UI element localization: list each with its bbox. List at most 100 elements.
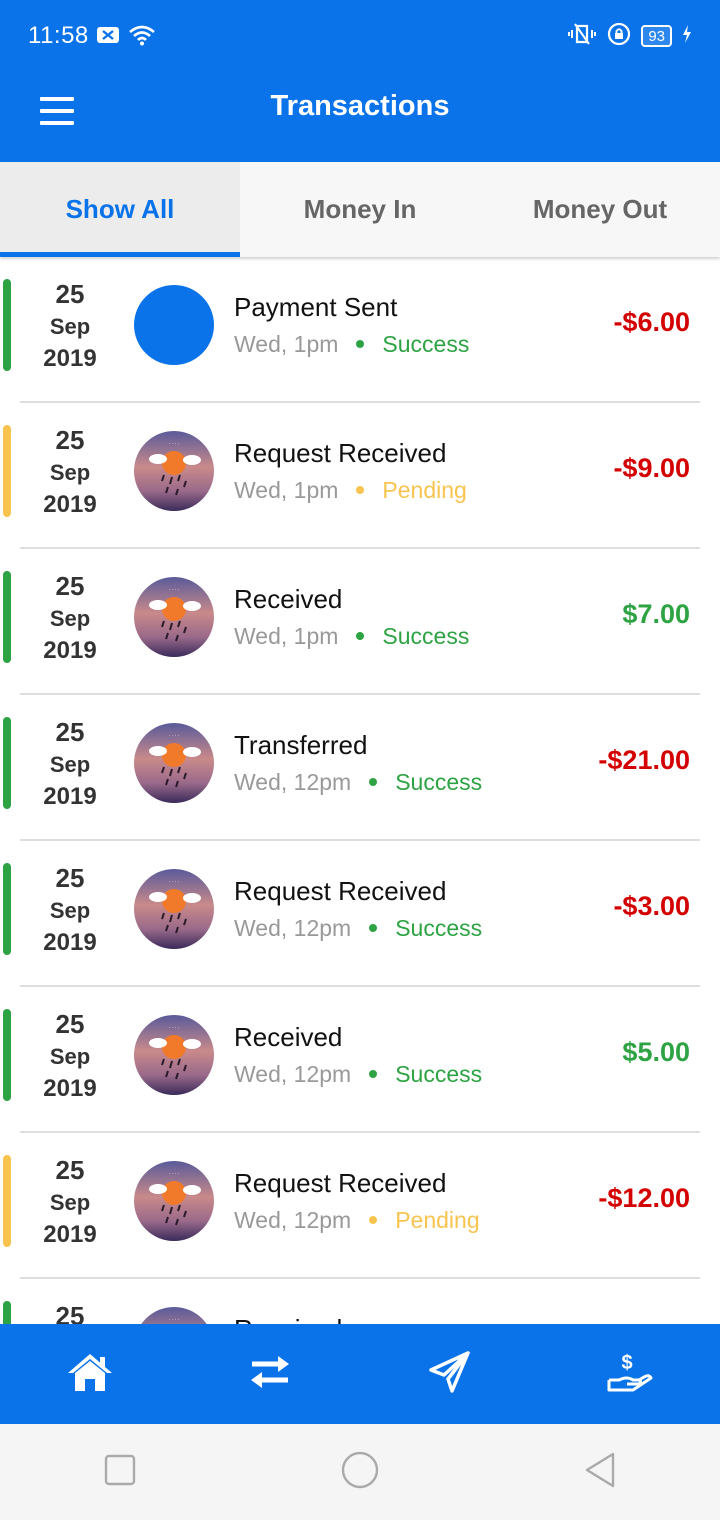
transaction-meta: Wed, 12pm Success: [234, 763, 482, 801]
status-bar-indicator: [3, 279, 11, 371]
date-month: Sep: [49, 460, 91, 485]
transaction-date: 25 Sep 2019: [20, 569, 120, 667]
nav-transfers[interactable]: [180, 1324, 360, 1424]
svg-text:· · · ·: · · · ·: [169, 1317, 180, 1323]
transaction-title: Received: [234, 1311, 342, 1324]
avatar: · · · ·: [134, 1307, 214, 1324]
status-bar-indicator: [3, 717, 11, 809]
svg-text:· · · ·: · · · ·: [169, 1025, 180, 1031]
transaction-list[interactable]: 25 Sep 2019 Payment Sent Wed, 1pm Succes…: [0, 257, 720, 1324]
status-dot-icon: [369, 778, 378, 786]
tab-show-all[interactable]: Show All: [0, 162, 240, 257]
transaction-title: Received: [234, 1022, 343, 1052]
transaction-time: Wed, 1pm: [234, 623, 339, 649]
transaction-info: Received Wed, 12pm Success: [234, 1019, 482, 1093]
transaction-date: 25 Sep 2019: [20, 1007, 120, 1105]
date-day: 25: [55, 279, 85, 309]
date-year: 2019: [43, 783, 97, 810]
transaction-row[interactable]: 25 Sep 2019 · · · · Request Received Wed…: [0, 1133, 720, 1279]
date-month: Sep: [49, 752, 91, 777]
transaction-info: Request Received Wed, 1pm Pending: [234, 435, 467, 509]
date-day: 25: [55, 1009, 85, 1039]
transaction-info: Transferred Wed, 12pm Success: [234, 727, 482, 801]
home-circle-icon: [340, 1450, 380, 1494]
svg-text:· · · ·: · · · ·: [169, 1171, 180, 1177]
avatar: [134, 285, 214, 365]
tab-money-out[interactable]: Money Out: [480, 162, 720, 257]
date-day: 25: [55, 425, 85, 455]
status-time: 11:58: [28, 22, 89, 49]
date-day: 25: [55, 717, 85, 747]
vibrate-icon: [567, 22, 597, 50]
back-triangle-icon: [582, 1451, 618, 1493]
charging-icon: [682, 24, 692, 48]
transaction-title: Request Received: [234, 876, 447, 906]
transaction-title: Request Received: [234, 1168, 447, 1198]
transaction-info: Received: [234, 1311, 342, 1324]
transaction-title: Received: [234, 584, 343, 614]
battery-indicator: 93: [641, 25, 672, 47]
status-dot-icon: [356, 340, 365, 348]
date-month: Sep: [49, 314, 91, 339]
transaction-row[interactable]: 25 Sep 2019 · · · · Received Wed, 12pm S…: [0, 987, 720, 1133]
recents-square-icon: [103, 1453, 137, 1491]
system-nav-bar: [0, 1424, 720, 1520]
transaction-row[interactable]: 25 · · · · Received: [0, 1279, 720, 1324]
avatar: · · · ·: [134, 869, 214, 949]
battery-level: 93: [648, 27, 665, 45]
transaction-row[interactable]: 25 Sep 2019 · · · · Request Received Wed…: [0, 403, 720, 549]
date-year: 2019: [43, 345, 97, 372]
home-button[interactable]: [320, 1432, 400, 1512]
transaction-row[interactable]: 25 Sep 2019 · · · · Received Wed, 1pm Su…: [0, 549, 720, 695]
transaction-date: 25 Sep 2019: [20, 277, 120, 375]
transaction-amount: -$3.00: [613, 891, 690, 921]
date-year: 2019: [43, 1075, 97, 1102]
status-dot-icon: [369, 924, 378, 932]
date-day: 25: [55, 863, 85, 893]
notification-mail-icon: [96, 26, 120, 48]
send-plane-icon: [428, 1350, 472, 1398]
wifi-icon: [128, 24, 156, 50]
svg-text:· · · ·: · · · ·: [169, 441, 180, 447]
transaction-info: Payment Sent Wed, 1pm Success: [234, 289, 469, 363]
transaction-amount: -$21.00: [598, 745, 690, 775]
transaction-time: Wed, 12pm: [234, 915, 352, 941]
transaction-meta: Wed, 1pm Pending: [234, 471, 467, 509]
transaction-status: Success: [395, 1061, 483, 1087]
transaction-meta: Wed, 12pm Success: [234, 909, 482, 947]
date-month: Sep: [49, 1190, 91, 1215]
transaction-info: Request Received Wed, 12pm Success: [234, 873, 482, 947]
transaction-amount: $5.00: [622, 1037, 690, 1067]
avatar: · · · ·: [134, 1015, 214, 1095]
transaction-meta: Wed, 12pm Pending: [234, 1201, 480, 1239]
svg-text:· · · ·: · · · ·: [169, 733, 180, 739]
date-year: 2019: [43, 491, 97, 518]
transaction-status: Pending: [395, 1207, 480, 1233]
transaction-row[interactable]: 25 Sep 2019 · · · · Request Received Wed…: [0, 841, 720, 987]
transaction-time: Wed, 12pm: [234, 769, 352, 795]
status-dot-icon: [369, 1216, 378, 1224]
nav-request[interactable]: $: [540, 1324, 720, 1424]
avatar: · · · ·: [134, 431, 214, 511]
transaction-meta: Wed, 12pm Success: [234, 1055, 482, 1093]
transaction-date: 25 Sep 2019: [20, 1153, 120, 1251]
nav-home[interactable]: [0, 1324, 180, 1424]
transaction-title: Request Received: [234, 438, 447, 468]
date-year: 2019: [43, 929, 97, 956]
nav-send[interactable]: [360, 1324, 540, 1424]
svg-text:· · · ·: · · · ·: [169, 879, 180, 885]
back-button[interactable]: [560, 1432, 640, 1512]
transaction-status: Success: [395, 769, 483, 795]
transaction-amount: -$6.00: [613, 307, 690, 337]
transaction-row[interactable]: 25 Sep 2019 Payment Sent Wed, 1pm Succes…: [0, 257, 720, 403]
status-bar: 11:58 93: [0, 0, 720, 72]
transaction-status: Pending: [382, 477, 467, 503]
transaction-row[interactable]: 25 Sep 2019 · · · · Transferred Wed, 12p…: [0, 695, 720, 841]
tab-money-in[interactable]: Money In: [240, 162, 480, 257]
recents-button[interactable]: [80, 1432, 160, 1512]
transaction-title: Transferred: [234, 730, 368, 760]
filter-tabs: Show All Money In Money Out: [0, 162, 720, 257]
status-bar-indicator: [3, 1009, 11, 1101]
transaction-time: Wed, 1pm: [234, 331, 339, 357]
transaction-date: 25 Sep 2019: [20, 861, 120, 959]
